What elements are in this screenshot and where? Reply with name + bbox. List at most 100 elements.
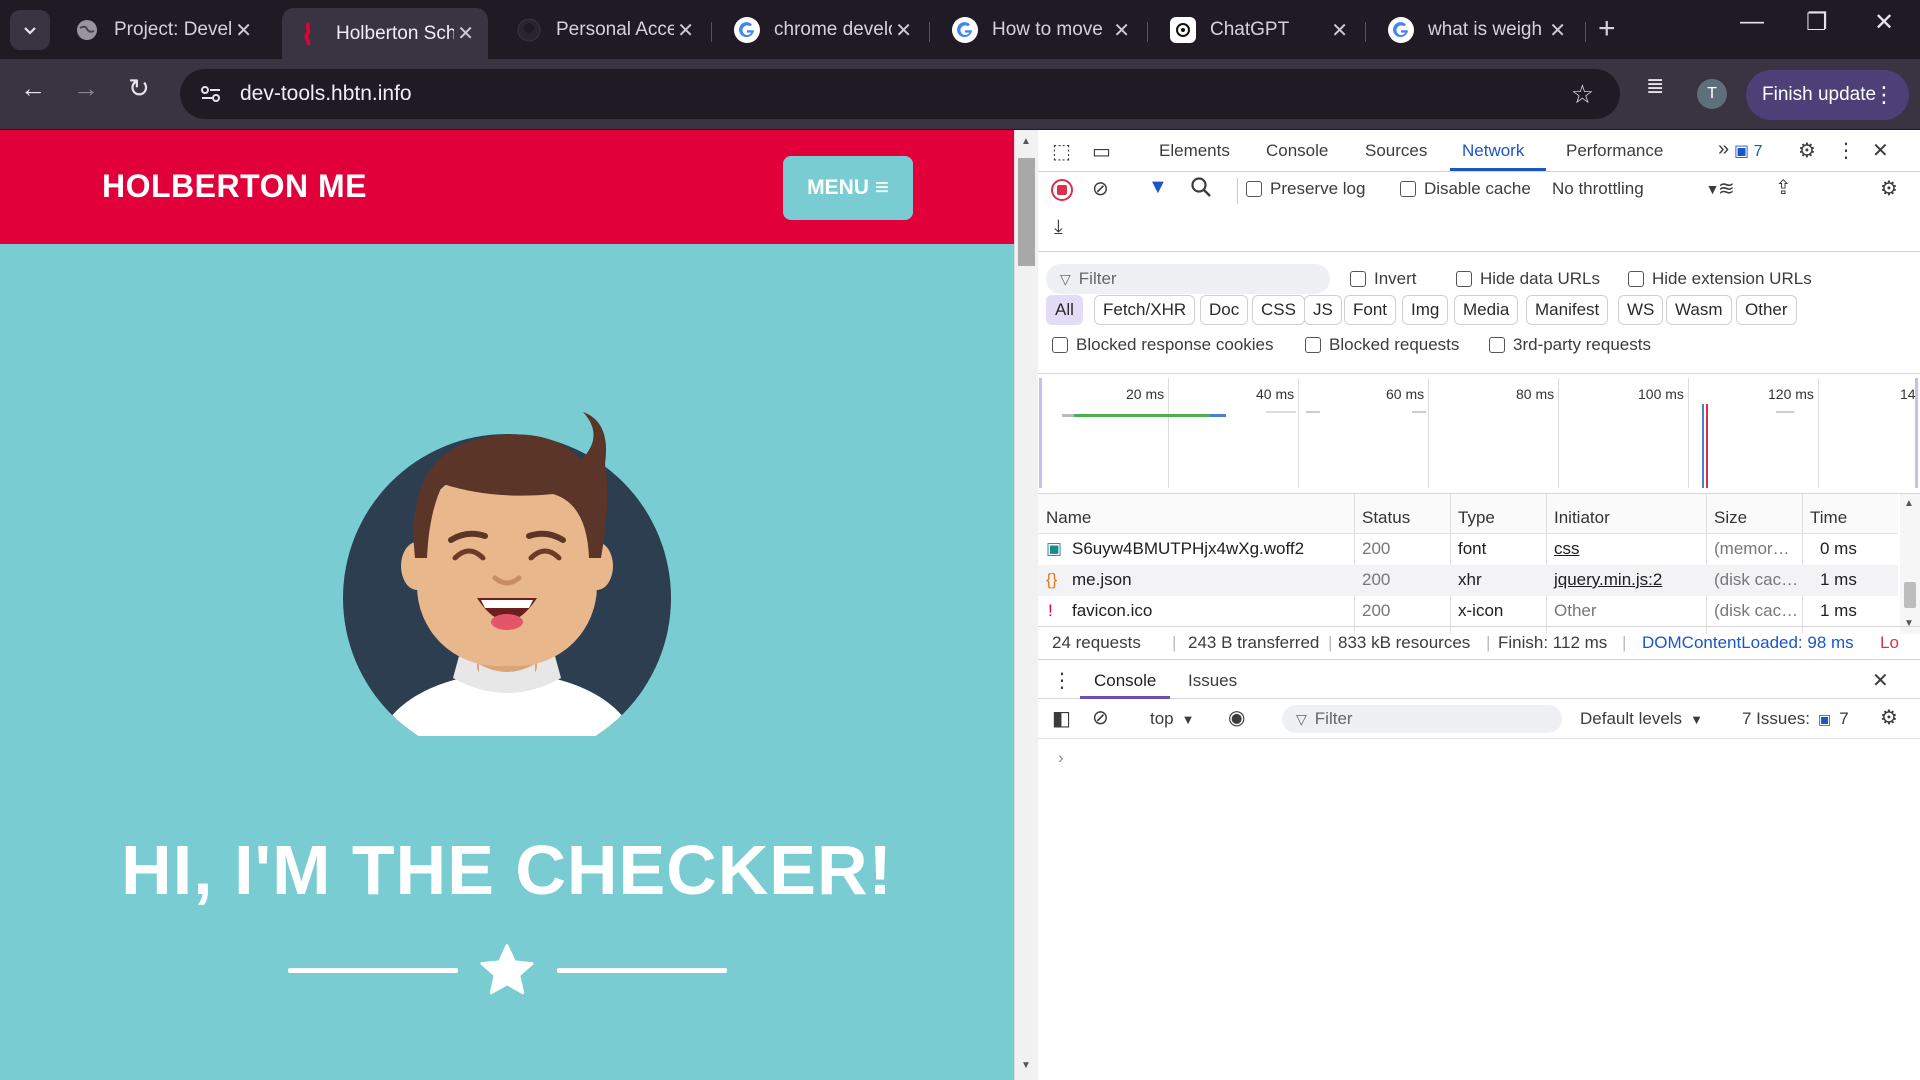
blocked-requests-checkbox[interactable]: Blocked requests — [1305, 335, 1459, 355]
restore-icon[interactable]: ❐ — [1806, 8, 1828, 37]
window-close-icon[interactable]: ✕ — [1874, 8, 1894, 37]
close-drawer-icon[interactable]: ✕ — [1872, 668, 1889, 693]
page-scrollbar[interactable]: ▲ ▼ — [1014, 130, 1038, 1080]
column-header-size[interactable]: Size — [1714, 508, 1747, 528]
request-initiator[interactable]: css — [1554, 539, 1580, 559]
tab-elements[interactable]: Elements — [1159, 141, 1230, 161]
checkbox-box[interactable] — [1489, 337, 1505, 353]
network-conditions-icon[interactable]: ≋ — [1718, 176, 1735, 201]
page-scrollbar-thumb[interactable] — [1018, 158, 1035, 266]
back-icon[interactable]: ← — [20, 73, 46, 104]
scroll-down-icon[interactable]: ▼ — [1021, 1060, 1031, 1071]
profile-avatar[interactable]: T — [1697, 79, 1727, 109]
close-devtools-icon[interactable]: ✕ — [1872, 138, 1889, 163]
drawer-tab-console[interactable]: Console — [1094, 671, 1156, 691]
type-filter-manifest[interactable]: Manifest — [1526, 295, 1609, 325]
drawer-menu-icon[interactable]: ⋮ — [1052, 668, 1072, 693]
finish-update-button[interactable]: Finish update ⋮ — [1746, 70, 1909, 120]
type-filter-img[interactable]: Img — [1402, 295, 1449, 325]
tab-project[interactable]: Project: Devel ✕ — [60, 8, 266, 52]
address-bar[interactable]: dev-tools.hbtn.info ☆ — [180, 69, 1620, 119]
checkbox-box[interactable] — [1628, 271, 1644, 287]
console-filter-input[interactable]: ▽ Filter — [1282, 705, 1562, 733]
table-row[interactable]: ǃ favicon.ico 200 x-icon Other (disk cac… — [1038, 596, 1898, 627]
kebab-menu-icon[interactable]: ⋮ — [1873, 82, 1895, 108]
tab-github[interactable]: Personal Acce ✕ — [502, 8, 708, 52]
invert-checkbox[interactable]: Invert — [1350, 269, 1417, 289]
export-har-icon[interactable]: ⤓ — [1054, 216, 1063, 239]
tab-console[interactable]: Console — [1266, 141, 1328, 161]
tab-search-button[interactable] — [10, 10, 50, 50]
checkbox-box[interactable] — [1400, 181, 1416, 197]
type-filter-media[interactable]: Media — [1454, 295, 1519, 325]
table-row[interactable]: {} me.json 200 xhr jquery.min.js:2 (disk… — [1038, 565, 1898, 596]
record-stop-icon[interactable] — [1050, 178, 1074, 208]
network-settings-gear-icon[interactable]: ⚙ — [1880, 176, 1898, 201]
clear-console-icon[interactable]: ⊘ — [1092, 705, 1109, 730]
scroll-up-icon[interactable]: ▲ — [1021, 136, 1031, 147]
more-tabs-icon[interactable]: » — [1718, 138, 1729, 161]
tab-sources[interactable]: Sources — [1365, 141, 1427, 161]
type-filter-css[interactable]: CSS — [1252, 295, 1305, 325]
media-queue-icon[interactable]: ≣ — [1646, 73, 1664, 99]
column-header-type[interactable]: Type — [1458, 508, 1495, 528]
search-icon[interactable] — [1190, 176, 1212, 204]
table-row[interactable]: ▣ S6uyw4BMUTPHjx4wXg.woff2 200 font css … — [1038, 534, 1898, 565]
type-filter-ws[interactable]: WS — [1618, 295, 1664, 325]
new-tab-icon[interactable]: + — [1598, 12, 1616, 46]
type-filter-doc[interactable]: Doc — [1200, 295, 1249, 325]
timeline-range-handle-left[interactable] — [1039, 378, 1042, 488]
hide-data-urls-checkbox[interactable]: Hide data URLs — [1456, 269, 1600, 289]
drawer-tab-issues[interactable]: Issues — [1188, 671, 1237, 691]
network-overview-timeline[interactable]: 20 ms 40 ms 60 ms 80 ms 100 ms 120 ms 14 — [1038, 374, 1920, 494]
column-header-initiator[interactable]: Initiator — [1554, 508, 1610, 528]
checkbox-box[interactable] — [1052, 337, 1068, 353]
site-brand[interactable]: HOLBERTON ME — [102, 168, 367, 205]
type-filter-fetch-xhr[interactable]: Fetch/XHR — [1094, 295, 1196, 325]
console-issues-button[interactable]: 7 Issues: ▣ 7 — [1742, 709, 1849, 729]
device-toolbar-icon[interactable]: ▭ — [1092, 139, 1111, 164]
menu-button[interactable]: MENU ≡ — [783, 156, 913, 220]
column-header-time[interactable]: Time — [1810, 508, 1847, 528]
import-har-icon[interactable]: ⇪ — [1775, 175, 1792, 200]
inspect-element-icon[interactable]: ⬚ — [1052, 139, 1071, 164]
column-header-status[interactable]: Status — [1362, 508, 1410, 528]
tab-chrome-devtools-search[interactable]: chrome develo ✕ — [720, 8, 926, 52]
bookmark-star-icon[interactable]: ☆ — [1571, 79, 1594, 110]
forward-icon[interactable]: → — [73, 73, 99, 104]
filter-funnel-icon[interactable]: ▼ — [1148, 176, 1168, 199]
context-selector[interactable]: top ▼ — [1150, 709, 1195, 729]
site-settings-icon[interactable] — [196, 79, 226, 109]
close-icon[interactable]: ✕ — [235, 18, 252, 43]
checkbox-box[interactable] — [1246, 181, 1262, 197]
close-icon[interactable]: ✕ — [895, 18, 912, 43]
tab-what-is-weight[interactable]: what is weigh ✕ — [1374, 8, 1580, 52]
table-scrollbar-thumb[interactable] — [1904, 582, 1916, 608]
hide-extension-urls-checkbox[interactable]: Hide extension URLs — [1628, 269, 1812, 289]
tab-chatgpt[interactable]: ChatGPT ✕ — [1156, 8, 1362, 52]
settings-gear-icon[interactable]: ⚙ — [1798, 138, 1816, 163]
scroll-up-icon[interactable]: ▲ — [1904, 498, 1914, 509]
throttling-select[interactable]: No throttling ▼ — [1552, 179, 1720, 199]
blocked-cookies-checkbox[interactable]: Blocked response cookies — [1052, 335, 1274, 355]
tab-network[interactable]: Network — [1462, 141, 1524, 161]
close-icon[interactable]: ✕ — [677, 18, 694, 43]
clear-icon[interactable]: ⊘ — [1092, 176, 1109, 201]
close-icon[interactable]: ✕ — [1331, 18, 1348, 43]
request-initiator[interactable]: jquery.min.js:2 — [1554, 570, 1662, 590]
live-expression-eye-icon[interactable]: ◉ — [1228, 705, 1245, 730]
checkbox-box[interactable] — [1456, 271, 1472, 287]
type-filter-wasm[interactable]: Wasm — [1666, 295, 1732, 325]
reload-icon[interactable]: ↻ — [128, 73, 150, 104]
minimize-icon[interactable]: — — [1740, 8, 1764, 36]
checkbox-box[interactable] — [1350, 271, 1366, 287]
checkbox-box[interactable] — [1305, 337, 1321, 353]
console-sidebar-icon[interactable]: ◧ — [1052, 706, 1071, 731]
third-party-checkbox[interactable]: 3rd-party requests — [1489, 335, 1651, 355]
console-prompt-chevron[interactable]: › — [1058, 748, 1064, 768]
console-settings-gear-icon[interactable]: ⚙ — [1880, 705, 1898, 730]
tab-performance[interactable]: Performance — [1566, 141, 1663, 161]
type-filter-js[interactable]: JS — [1304, 295, 1342, 325]
log-levels-select[interactable]: Default levels ▼ — [1580, 709, 1703, 729]
type-filter-other[interactable]: Other — [1736, 295, 1797, 325]
